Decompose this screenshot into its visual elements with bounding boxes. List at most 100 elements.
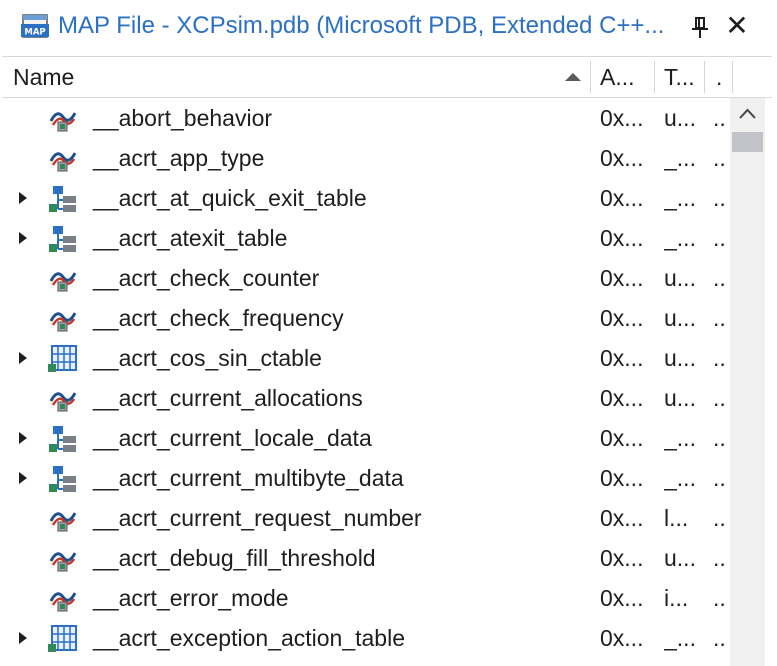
column-header-extra[interactable]: . [716,57,730,97]
symbol-address: 0x... [600,145,644,171]
expand-arrow-icon[interactable] [18,191,28,205]
list-item[interactable]: __acrt_atexit_table 0x... _..... [0,218,730,258]
symbol-type [664,658,706,666]
list-item[interactable]: __acrt_cos_sin_ctable 0x... u..... [0,338,730,378]
list-item[interactable]: __acrt_current_locale_data 0x... _..... [0,418,730,458]
symbol-address: 0x... [600,505,644,531]
column-separator[interactable] [590,61,591,93]
symbol-extra: .. [713,305,726,331]
symbol-type: u... [664,385,696,411]
symbol-name: __acrt_current_request_number [93,505,422,531]
array-icon [47,625,79,653]
symbol-address: 0x... [600,625,644,651]
column-separator[interactable] [704,61,705,93]
list-item[interactable]: __acrt_app_type 0x... _..... [0,138,730,178]
list-item[interactable]: __acrt_check_counter 0x... u..... [0,258,730,298]
close-icon[interactable]: ✕ [724,10,750,42]
symbol-address: 0x... [600,385,644,411]
symbol-type: u... [664,265,696,291]
structure-icon [47,425,79,453]
column-header-type[interactable]: T... [664,57,702,97]
symbol-name: __acrt_error_mode [93,585,289,611]
symbol-type: _... [664,225,696,251]
list-item[interactable]: __acrt_check_frequency 0x... u..... [0,298,730,338]
symbol-address: 0x... [600,545,644,571]
symbol-address [600,658,658,666]
symbol-type: u... [664,105,696,131]
symbol-address: 0x... [600,185,644,211]
vertical-scrollbar[interactable] [730,98,765,666]
symbol-type: _... [664,625,696,651]
symbol-name: __acrt_debug_fill_threshold [93,545,376,571]
symbol-name: __acrt_cos_sin_ctable [93,345,322,371]
column-header-address[interactable]: A... [600,57,652,97]
column-header-name[interactable]: Name [13,57,553,97]
list-item[interactable]: __acrt_current_request_number 0x... l..... [0,498,730,538]
symbol-type: u... [664,305,696,331]
symbol-type: _... [664,425,696,451]
scroll-thumb[interactable] [732,132,763,152]
symbol-type: _... [664,185,696,211]
sort-ascending-icon [565,73,581,81]
list-item[interactable]: __acrt_current_multibyte_data 0x... _..... [0,458,730,498]
symbol-extra: .. [713,145,726,171]
variable-icon [47,265,79,293]
symbol-type: u... [664,345,696,371]
symbol-name: __abort_behavior [93,105,273,131]
list-item[interactable]: __acrt_at_quick_exit_table 0x... _..... [0,178,730,218]
scroll-up-icon[interactable] [730,98,765,130]
expand-arrow-icon[interactable] [18,231,28,245]
column-header-row: Name A... T... . [2,56,772,98]
symbol-name: __acrt_check_counter [93,265,320,291]
symbol-address: 0x... [600,345,644,371]
window-titlebar: MAP MAP File - XCPsim.pdb (Microsoft PDB… [0,0,777,56]
structure-icon [47,185,79,213]
array-icon [47,345,79,373]
symbol-address: 0x... [600,425,644,451]
symbol-extra [713,658,727,666]
list-item[interactable]: __acrt_current_allocations 0x... u..... [0,378,730,418]
variable-icon [47,545,79,573]
pin-icon[interactable] [689,16,711,40]
symbol-extra: .. [713,105,726,131]
column-separator[interactable] [732,61,733,93]
symbol-extra: .. [713,585,726,611]
symbol-extra: .. [713,385,726,411]
symbol-name: __acrt_current_multibyte_data [93,465,404,491]
list-item[interactable]: __acrt_error_mode 0x... i..... [0,578,730,618]
symbol-type: i... [664,585,689,611]
symbol-list[interactable]: __abort_behavior 0x... u..... __acrt_app_ty… [0,98,730,666]
expand-arrow-icon[interactable] [18,631,28,645]
symbol-extra: .. [713,465,726,491]
symbol-name: __acrt_current_allocations [93,385,363,411]
symbol-name: __acrt_exception_action_table [93,625,406,651]
symbol-extra: .. [713,265,726,291]
list-item[interactable]: __abort_behavior 0x... u..... [0,98,730,138]
expand-arrow-icon[interactable] [18,431,28,445]
variable-icon [47,305,79,333]
map-file-icon: MAP [21,14,49,38]
symbol-type: l... [664,505,689,531]
list-item[interactable]: __acrt_debug_fill_threshold 0x... u..... [0,538,730,578]
structure-icon [47,465,79,493]
variable-icon [47,505,79,533]
variable-icon [47,585,79,613]
list-item[interactable]: __acrt_exception_action_table 0x... _..... [0,618,730,658]
expand-arrow-icon[interactable] [18,351,28,365]
symbol-address: 0x... [600,465,644,491]
symbol-address: 0x... [600,105,644,131]
list-item[interactable] [0,658,730,666]
symbol-address: 0x... [600,585,644,611]
structure-icon [47,225,79,253]
symbol-extra: .. [713,545,726,571]
window-title: MAP File - XCPsim.pdb (Microsoft PDB, Ex… [58,12,665,39]
column-separator[interactable] [654,61,655,93]
symbol-extra: .. [713,505,726,531]
symbol-name: __acrt_at_quick_exit_table [93,185,367,211]
symbol-address: 0x... [600,265,644,291]
expand-arrow-icon[interactable] [18,471,28,485]
variable-icon [47,105,79,133]
symbol-extra: .. [713,185,726,211]
symbol-name: __acrt_app_type [93,145,265,171]
symbol-type: u... [664,545,696,571]
